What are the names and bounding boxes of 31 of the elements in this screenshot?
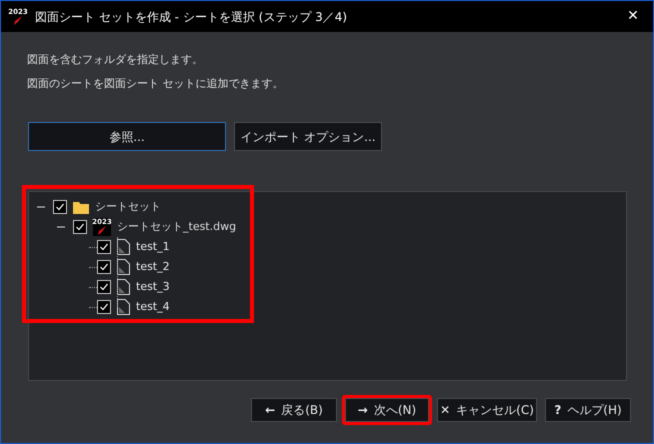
tree-item-label[interactable]: test_3: [136, 278, 170, 296]
tree-item-label[interactable]: test_4: [136, 298, 170, 316]
instruction-text: 図面のシートを図面シート セットに追加できます。: [27, 76, 284, 92]
sheet-icon: [117, 279, 130, 295]
checkbox[interactable]: [97, 240, 111, 254]
close-icon: ✕: [440, 401, 450, 419]
sheet-icon: [117, 299, 130, 315]
window-title: 図面シート セットを作成 - シートを選択 (ステップ 3／4): [35, 8, 348, 26]
tree-item-label[interactable]: シートセット_test.dwg: [117, 218, 236, 236]
close-button[interactable]: ✕: [621, 6, 645, 27]
help-button[interactable]: ? ヘルプ(H): [545, 398, 631, 422]
arrow-icon: ←: [265, 401, 276, 419]
cancel-button[interactable]: ✕ キャンセル(C): [437, 398, 537, 422]
tree-item-label[interactable]: test_1: [136, 238, 170, 256]
arrow-icon: →: [358, 401, 368, 419]
import-options-button[interactable]: インポート オプション...: [234, 122, 382, 151]
tree-item-label[interactable]: シートセット: [95, 198, 161, 216]
tree-item-label[interactable]: test_2: [136, 258, 170, 276]
instruction-text: 図面を含むフォルダを指定します。: [27, 52, 204, 68]
checkbox[interactable]: [97, 300, 111, 314]
browse-button[interactable]: 参照...: [28, 122, 226, 151]
help-icon: ?: [554, 401, 562, 419]
checkbox[interactable]: [97, 280, 111, 294]
folder-icon: [73, 200, 89, 214]
checkbox[interactable]: [73, 220, 87, 234]
next-button[interactable]: → 次へ(N): [345, 398, 429, 422]
sheet-icon: [117, 259, 130, 275]
checkbox[interactable]: [97, 260, 111, 274]
sheet-icon: [117, 239, 130, 255]
checkbox[interactable]: [53, 200, 67, 214]
back-button[interactable]: ← 戻る(B): [251, 398, 337, 422]
